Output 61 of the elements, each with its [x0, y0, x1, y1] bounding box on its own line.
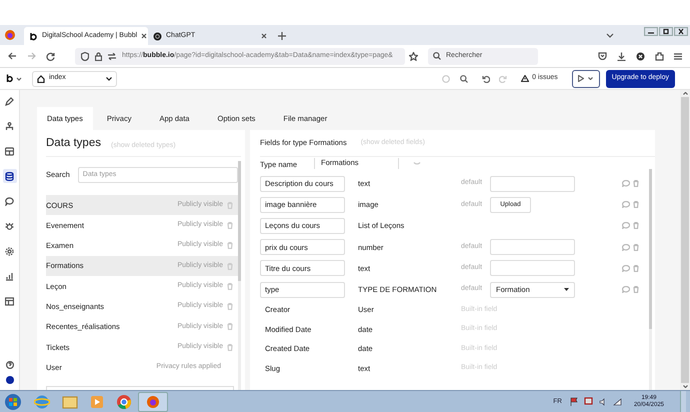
close-icon[interactable]: [261, 33, 267, 39]
download-icon[interactable]: [617, 52, 626, 60]
b-logo-icon: [29, 32, 38, 40]
close-icon[interactable]: [141, 33, 148, 39]
pocket-icon[interactable]: [598, 52, 607, 60]
database-icon[interactable]: [5, 172, 14, 180]
chevron-down-icon: [588, 77, 594, 80]
back-icon[interactable]: [8, 52, 17, 60]
taskbar-button[interactable]: [138, 392, 168, 412]
reload-icon[interactable]: [46, 52, 55, 60]
chrome-icon[interactable]: [116, 394, 132, 410]
minimize-icon[interactable]: [644, 27, 658, 36]
search-icon: [433, 52, 441, 60]
warning-icon: [521, 75, 530, 82]
default-input[interactable]: [490, 260, 575, 276]
maximize-icon[interactable]: [659, 27, 673, 36]
chevron-down-icon: [106, 76, 112, 80]
table-icon[interactable]: [5, 296, 14, 306]
default-input[interactable]: [490, 176, 575, 192]
firefox-icon: [146, 394, 160, 408]
chart-icon[interactable]: [5, 272, 14, 280]
scrollbar-thumb[interactable]: [681, 97, 689, 383]
search-icon[interactable]: [460, 74, 468, 82]
lock-icon: [95, 52, 102, 60]
account-icon[interactable]: [636, 52, 645, 60]
play-icon: [578, 75, 584, 82]
bug-icon[interactable]: [5, 222, 14, 230]
pencil-icon[interactable]: [5, 96, 14, 106]
scroll-up-icon[interactable]: [682, 92, 688, 95]
scrollbar-thumb[interactable]: [238, 161, 241, 281]
flag-icon[interactable]: [570, 397, 578, 406]
settings-icon[interactable]: [5, 246, 14, 256]
bubble-logo-icon[interactable]: [6, 74, 22, 83]
star-icon[interactable]: [409, 52, 418, 60]
scrollbar-thumb[interactable]: [649, 169, 652, 329]
network-icon[interactable]: [584, 397, 593, 406]
chat-icon[interactable]: [5, 196, 14, 206]
database-tab[interactable]: [2, 169, 16, 183]
swirl-logo-icon: [153, 32, 162, 40]
default-input[interactable]: [490, 239, 575, 256]
undo-icon[interactable]: [482, 74, 490, 82]
help-icon[interactable]: [6, 361, 14, 369]
chevron-down-icon[interactable]: [606, 33, 614, 39]
extensions-icon[interactable]: [655, 52, 664, 60]
scroll-down-icon[interactable]: [682, 385, 688, 388]
close-icon[interactable]: [674, 27, 688, 36]
home-icon: [37, 74, 45, 82]
speaker-icon[interactable]: [598, 398, 607, 406]
menu-icon[interactable]: [674, 52, 682, 60]
shield-icon: [81, 52, 89, 60]
layout-icon[interactable]: [5, 146, 14, 156]
preview-button[interactable]: [572, 70, 600, 88]
signal-icon[interactable]: [612, 398, 622, 406]
caret-icon: [564, 288, 569, 292]
hierarchy-icon[interactable]: [5, 122, 14, 130]
plus-icon[interactable]: [278, 32, 286, 40]
start-orb-icon[interactable]: [4, 392, 22, 410]
permissions-icon: [108, 52, 116, 60]
firefox-icon[interactable]: [4, 29, 16, 41]
panel-title: Data types: [46, 136, 101, 151]
avatar[interactable]: [6, 376, 14, 384]
